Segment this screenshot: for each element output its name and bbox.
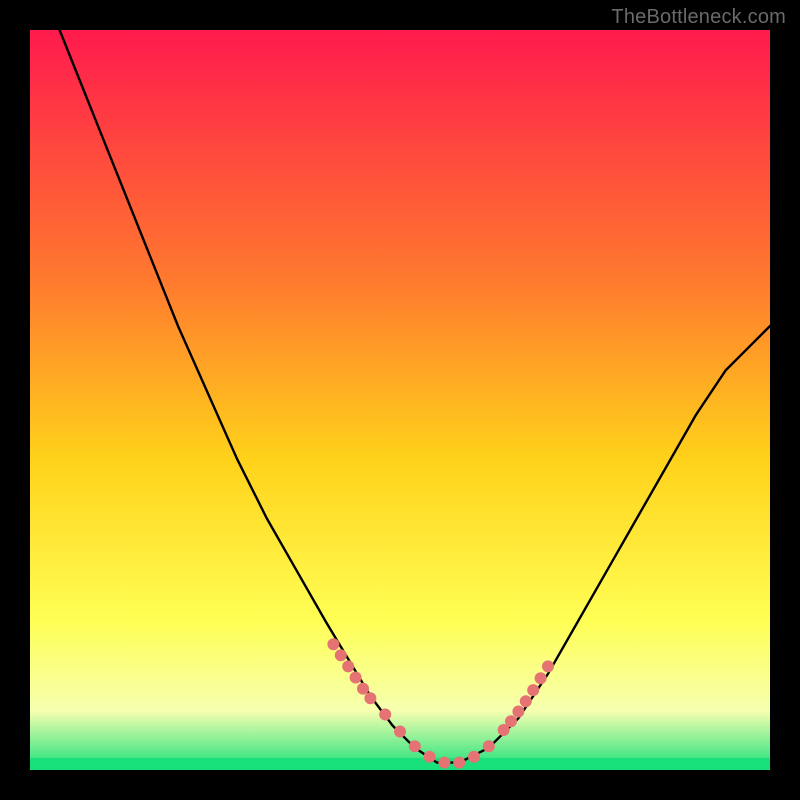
gradient-background [30, 30, 770, 770]
curve-marker-dot [342, 660, 354, 672]
bottleneck-chart [30, 30, 770, 770]
curve-marker-dot [438, 757, 450, 769]
curve-marker-dot [357, 683, 369, 695]
chart-frame [30, 30, 770, 770]
curve-marker-dot [527, 684, 539, 696]
curve-marker-dot [350, 672, 362, 684]
curve-marker-dot [512, 706, 524, 718]
curve-marker-dot [327, 638, 339, 650]
watermark-text: TheBottleneck.com [611, 6, 786, 29]
curve-marker-dot [364, 692, 376, 704]
curve-marker-dot [542, 660, 554, 672]
curve-marker-dot [453, 757, 465, 769]
curve-marker-dot [468, 751, 480, 763]
curve-marker-dot [520, 695, 532, 707]
curve-marker-dot [424, 751, 436, 763]
curve-marker-dot [394, 726, 406, 738]
curve-marker-dot [483, 740, 495, 752]
curve-marker-dot [379, 709, 391, 721]
curve-marker-dot [535, 672, 547, 684]
curve-marker-dot [409, 740, 421, 752]
curve-marker-dot [505, 715, 517, 727]
curve-marker-dot [335, 649, 347, 661]
green-baseline-band [30, 758, 770, 770]
